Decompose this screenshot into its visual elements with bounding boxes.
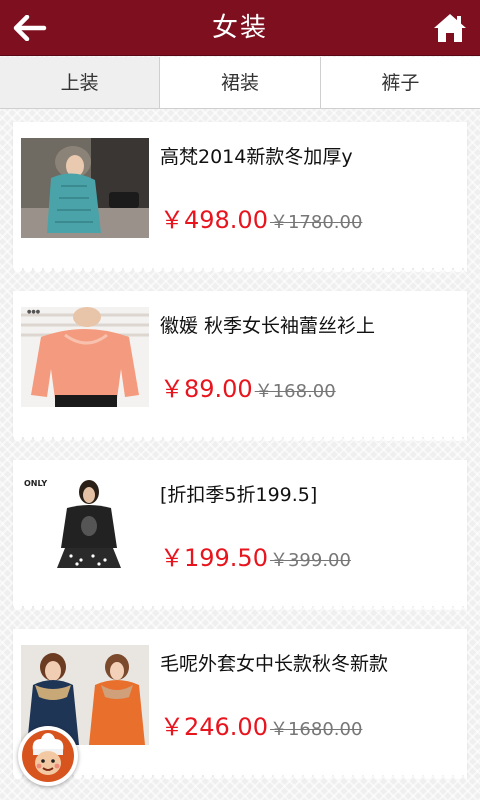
- product-original-price: ￥1780.00: [269, 212, 363, 233]
- brand-logo-text: ONLY: [24, 479, 47, 488]
- floating-assistant-button[interactable]: [18, 726, 78, 786]
- product-price: ￥89.00: [160, 375, 253, 403]
- tab-tops[interactable]: 上装: [0, 57, 161, 108]
- product-card[interactable]: ONLY [折扣季5折199.5] ￥199.50 ￥399.00: [13, 460, 467, 612]
- arrow-left-icon: [13, 15, 47, 41]
- top-bar: 女装: [0, 0, 480, 56]
- svg-text:●●●: ●●●: [27, 309, 41, 315]
- product-original-price: ￥399.00: [269, 550, 351, 571]
- product-original-price: ￥1680.00: [269, 719, 363, 740]
- product-name: 毛呢外套女中长款秋冬新款: [160, 653, 389, 675]
- home-icon: [434, 14, 466, 42]
- home-button[interactable]: [430, 10, 470, 46]
- back-button[interactable]: [10, 10, 50, 46]
- chef-avatar-icon: [22, 730, 74, 782]
- product-price: ￥199.50: [160, 544, 268, 572]
- page-title: 女装: [211, 13, 268, 43]
- product-card[interactable]: 高梵2014新款冬加厚y ￥498.00 ￥1780.00: [13, 122, 467, 274]
- product-original-price: ￥168.00: [254, 381, 336, 402]
- category-tabs: 上装 裙装 裤子: [0, 57, 480, 109]
- product-image-down-jacket: [21, 138, 149, 238]
- product-card[interactable]: ●●● 徽媛 秋季女长袖蕾丝衫上 ￥89.00 ￥168.00: [13, 291, 467, 443]
- product-card[interactable]: 毛呢外套女中长款秋冬新款 ￥246.00 ￥1680.00: [13, 629, 467, 781]
- price-row: ￥498.00 ￥1780.00: [160, 200, 362, 235]
- product-name: [折扣季5折199.5]: [160, 484, 318, 506]
- product-name: 高梵2014新款冬加厚y: [160, 146, 353, 168]
- price-row: ￥246.00 ￥1680.00: [160, 707, 362, 742]
- price-row: ￥89.00 ￥168.00: [160, 369, 336, 404]
- tab-pants[interactable]: 裤子: [320, 57, 480, 108]
- product-price: ￥498.00: [160, 206, 268, 234]
- product-image-lace-top: ●●●: [21, 307, 149, 407]
- price-row: ￥199.50 ￥399.00: [160, 538, 351, 573]
- product-list: 高梵2014新款冬加厚y ￥498.00 ￥1780.00 ●●● 徽媛 秋季女…: [13, 122, 467, 798]
- product-name: 徽媛 秋季女长袖蕾丝衫上: [160, 315, 376, 337]
- tab-skirts[interactable]: 裙装: [160, 57, 321, 108]
- product-image-only-sweater: ONLY: [21, 476, 149, 576]
- product-price: ￥246.00: [160, 713, 268, 741]
